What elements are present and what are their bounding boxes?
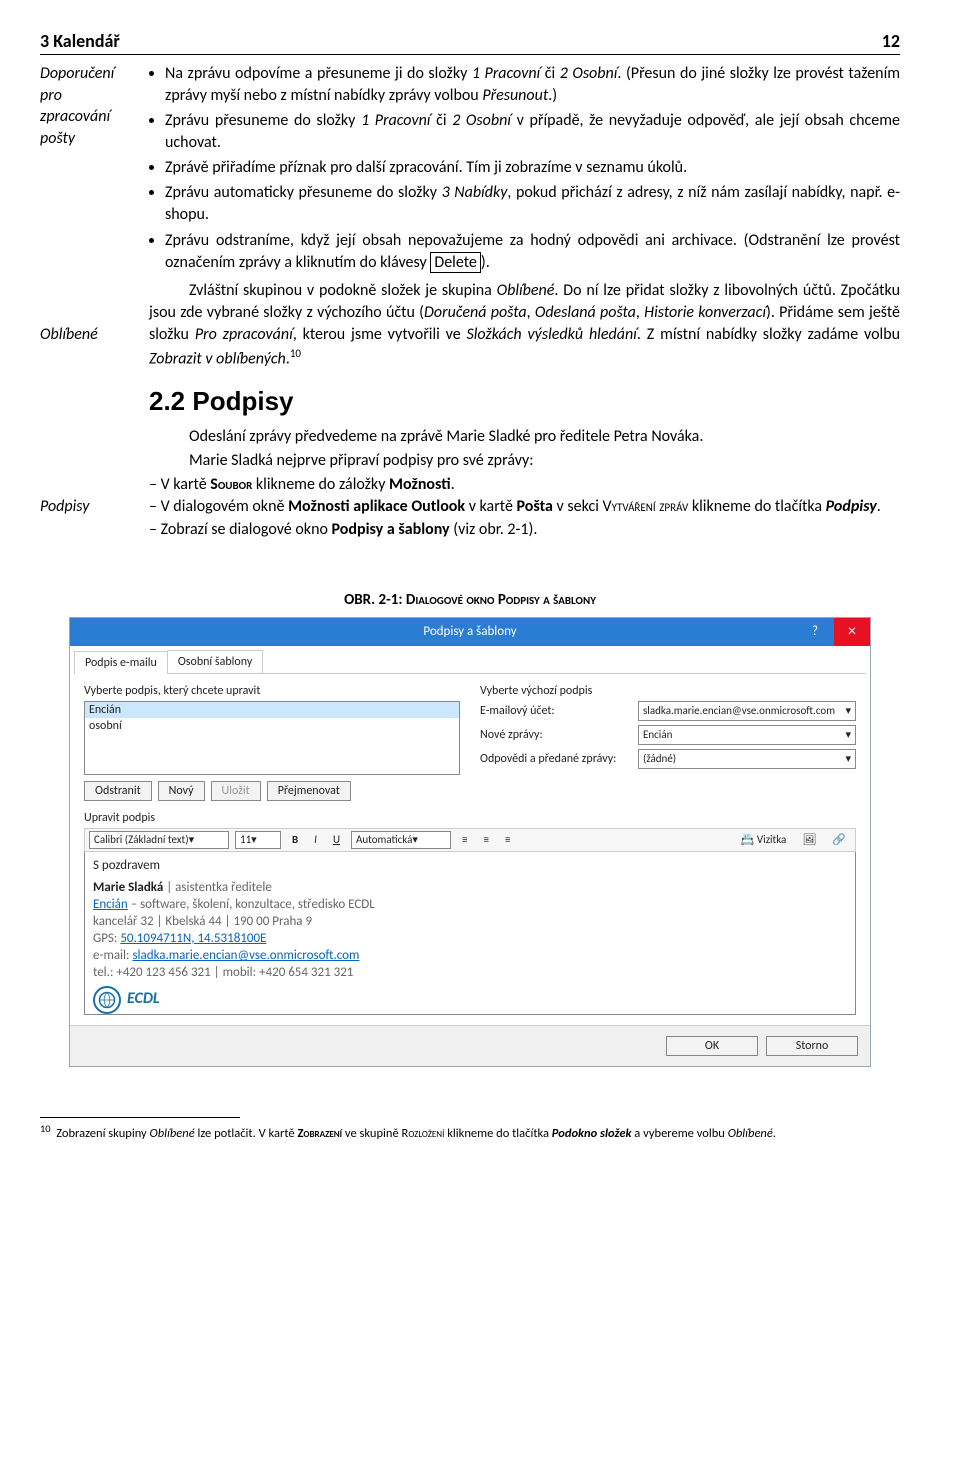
para-intro: Odeslání zprávy předvedeme na zprávě Mar… bbox=[149, 426, 900, 448]
para-steps-intro: Marie Sladká nejprve připraví podpisy pr… bbox=[149, 450, 900, 472]
tab-personal-templates[interactable]: Osobní šablony bbox=[167, 650, 263, 673]
save-button[interactable]: Uložit bbox=[211, 781, 261, 801]
step-item: – Zobrazí se dialogové okno Podpisy a ša… bbox=[149, 519, 900, 541]
list-item: Zprávu automaticky přesuneme do složky 3… bbox=[165, 182, 900, 226]
ecdl-text: ECDL bbox=[127, 989, 160, 1010]
tab-email-signature[interactable]: Podpis e-mailu bbox=[74, 651, 168, 674]
new-button[interactable]: Nový bbox=[158, 781, 205, 801]
step-item: – V kartě Soubor klikneme do záložky Mož… bbox=[149, 474, 900, 496]
list-item: Zprávu odstraníme, když její obsah nepov… bbox=[165, 230, 900, 274]
list-item[interactable]: Encián bbox=[85, 702, 459, 718]
margin-note-1b: pro bbox=[40, 86, 62, 105]
align-left-button[interactable]: ≡ bbox=[457, 832, 472, 847]
list-item[interactable]: osobní bbox=[85, 718, 459, 734]
chevron-down-icon: ▾ bbox=[845, 752, 851, 765]
margin-note-1d: pošty bbox=[40, 129, 75, 148]
align-center-button[interactable]: ≡ bbox=[479, 832, 494, 847]
footnote: 10 Zobrazení skupiny Oblíbené lze potlač… bbox=[40, 1122, 900, 1143]
replies-label: Odpovědi a předané zprávy: bbox=[480, 752, 630, 766]
new-messages-combo[interactable]: Encián▾ bbox=[638, 725, 856, 745]
edit-signature-label: Upravit podpis bbox=[84, 811, 856, 825]
signature-editor[interactable]: S pozdravem Marie Sladká | asistentka ře… bbox=[84, 852, 856, 1015]
list-item: Zprávu přesuneme do složky 1 Pracovní či… bbox=[165, 110, 900, 154]
footnote-separator bbox=[40, 1117, 240, 1118]
step-item: – V dialogovém okně Možnosti aplikace Ou… bbox=[149, 496, 900, 518]
page-header: 3 Kalendář 12 bbox=[40, 30, 900, 55]
business-card-button[interactable]: 📇 Vizitka bbox=[736, 832, 792, 847]
margin-note-1a: Doporučení bbox=[40, 64, 114, 83]
bold-button[interactable]: B bbox=[287, 832, 303, 847]
align-right-button[interactable]: ≡ bbox=[500, 832, 515, 847]
italic-button[interactable]: I bbox=[309, 832, 322, 847]
header-right: 12 bbox=[882, 30, 900, 52]
dialog-titlebar: Podpisy a šablony ? × bbox=[70, 618, 870, 646]
default-signature-label: Vyberte výchozí podpis bbox=[480, 684, 856, 698]
delete-button[interactable]: Odstranit bbox=[84, 781, 152, 801]
account-combo[interactable]: sladka.marie.encian@vse.onmicrosoft.com▾ bbox=[638, 701, 856, 721]
cancel-button[interactable]: Storno bbox=[766, 1036, 858, 1056]
replies-combo[interactable]: (žádné)▾ bbox=[638, 749, 856, 769]
dialog-title: Podpisy a šablony bbox=[423, 624, 516, 639]
signature-toolbar: Calibri (Základní text)▾ 11▾ B I U Autom… bbox=[84, 828, 856, 852]
rename-button[interactable]: Přejmenovat bbox=[267, 781, 351, 801]
font-combo[interactable]: Calibri (Základní text)▾ bbox=[89, 831, 229, 849]
chevron-down-icon: ▾ bbox=[845, 728, 851, 741]
close-button[interactable]: × bbox=[834, 618, 870, 646]
list-item: Zprávě přiřadíme příznak pro další zprac… bbox=[165, 157, 900, 179]
margin-notes: Doporučení pro zpracování pošty Oblíbené… bbox=[40, 63, 135, 573]
header-left: 3 Kalendář bbox=[40, 30, 120, 52]
chevron-down-icon: ▾ bbox=[189, 833, 195, 846]
help-button[interactable]: ? bbox=[800, 618, 830, 646]
choose-signature-label: Vyberte podpis, který chcete upravit bbox=[84, 684, 460, 698]
footnote-ref: 10 bbox=[290, 347, 301, 360]
color-combo[interactable]: Automatická▾ bbox=[351, 831, 451, 849]
ok-button[interactable]: OK bbox=[666, 1036, 758, 1056]
underline-button[interactable]: U bbox=[328, 832, 345, 847]
list-item: Na zprávu odpovíme a přesuneme ji do slo… bbox=[165, 63, 900, 107]
body-text: Na zprávu odpovíme a přesuneme ji do slo… bbox=[149, 63, 900, 573]
account-label: E-mailový účet: bbox=[480, 704, 630, 718]
link-button[interactable]: 🔗 bbox=[827, 832, 851, 847]
signature-listbox[interactable]: Encián osobní bbox=[84, 701, 460, 775]
signatures-dialog: Podpisy a šablony ? × Podpis e-mailu Oso… bbox=[69, 617, 871, 1067]
ecdl-logo-icon bbox=[93, 986, 121, 1014]
figure-caption: OBR. 2-1: Dialogové okno Podpisy a šablo… bbox=[40, 591, 900, 609]
chevron-down-icon: ▾ bbox=[412, 833, 418, 846]
section-heading: 2.2 Podpisy bbox=[149, 384, 900, 420]
image-button[interactable]: 🖼 bbox=[797, 832, 821, 847]
chevron-down-icon: ▾ bbox=[845, 704, 851, 717]
recommendations-list: Na zprávu odpovíme a přesuneme ji do slo… bbox=[149, 63, 900, 274]
margin-note-3: Podpisy bbox=[40, 496, 135, 518]
new-messages-label: Nové zprávy: bbox=[480, 728, 630, 742]
margin-note-1c: zpracování bbox=[40, 107, 110, 126]
size-combo[interactable]: 11▾ bbox=[235, 831, 281, 849]
chevron-down-icon: ▾ bbox=[251, 833, 257, 846]
key-delete: Delete bbox=[430, 252, 481, 273]
margin-note-2: Oblíbené bbox=[40, 324, 135, 346]
